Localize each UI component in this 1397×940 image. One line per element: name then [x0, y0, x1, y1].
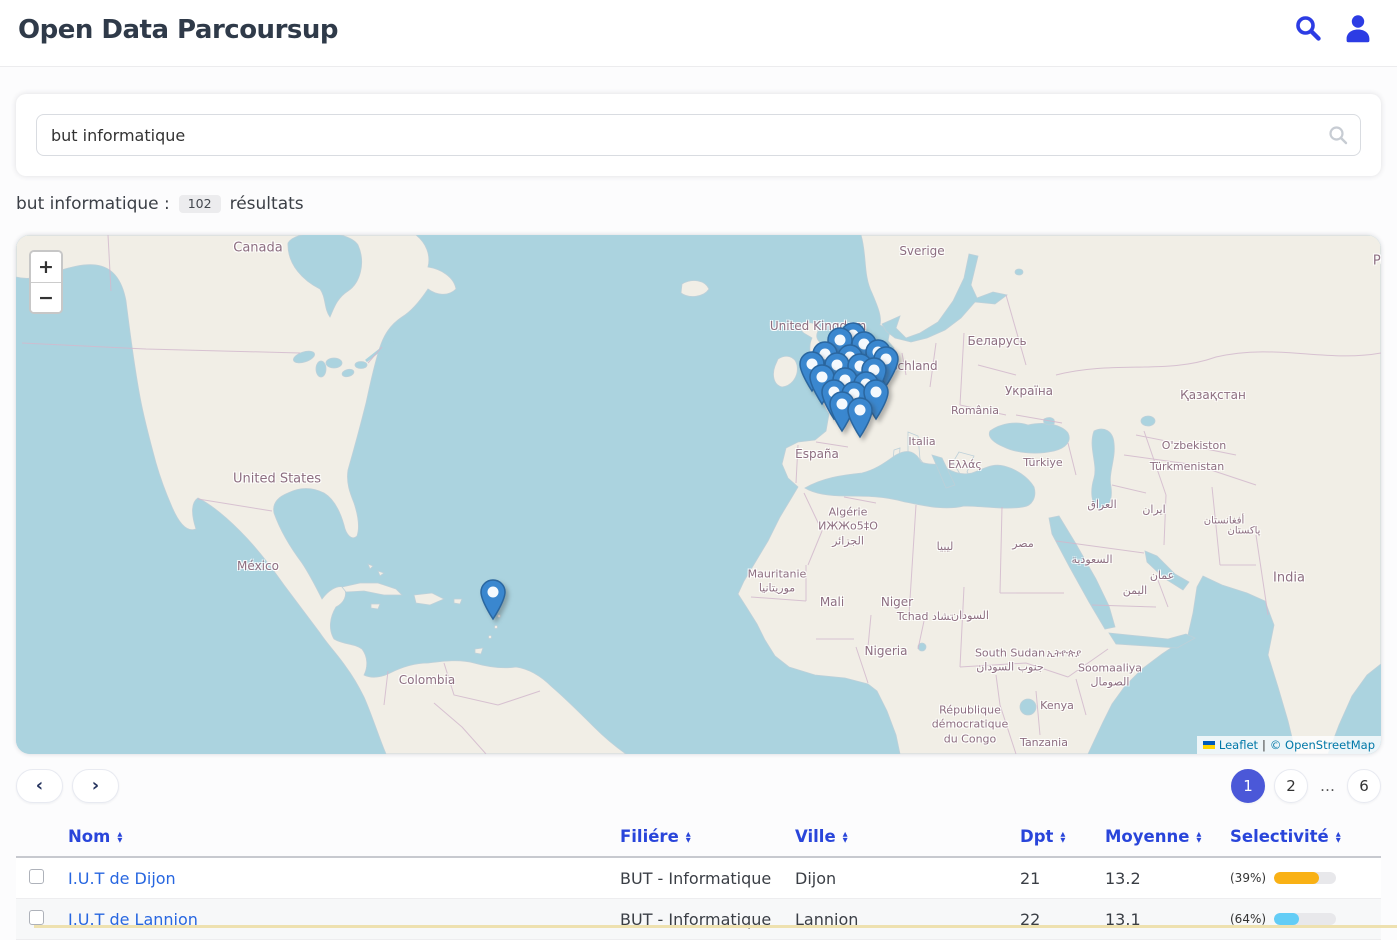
sort-icon: ▲▼: [1196, 831, 1201, 843]
map-markers-layer: [16, 235, 1381, 754]
selectivity-bar-fill: [1274, 872, 1319, 884]
input-search-icon: [1327, 124, 1349, 146]
row-checkbox[interactable]: [29, 910, 44, 925]
top-bar: Open Data Parcoursup: [0, 0, 1397, 67]
selectivity-percent: (39%): [1230, 871, 1266, 885]
search-card: [16, 94, 1381, 176]
school-link[interactable]: I.U.T de Dijon: [68, 869, 176, 888]
column-label: Nom: [68, 827, 110, 846]
openstreetmap-link[interactable]: © OpenStreetMap: [1270, 738, 1375, 752]
results-count-badge: 102: [179, 195, 221, 214]
column-label: Filiére: [620, 827, 679, 846]
table-header: Nom▲▼Filiére▲▼Ville▲▼Dpt▲▼Moyenne▲▼Selec…: [16, 816, 1381, 858]
column-label: Moyenne: [1105, 827, 1189, 846]
attribution-separator: |: [1262, 738, 1266, 752]
pagination-ellipsis: …: [1320, 777, 1335, 795]
column-header-nom[interactable]: Nom ▲▼: [68, 827, 620, 846]
cell-moyenne: 13.2: [1105, 869, 1230, 888]
map-zoom-control: + −: [29, 250, 63, 314]
row-checkbox[interactable]: [29, 869, 44, 884]
pagination-pages: 12 … 6: [1231, 769, 1381, 803]
page-button-6[interactable]: 6: [1347, 769, 1381, 803]
cell-filiere: BUT - Informatique: [620, 869, 795, 888]
column-header-ville[interactable]: Ville ▲▼: [795, 827, 1020, 846]
table-row: I.U.T de LannionBUT - InformatiqueLannio…: [16, 899, 1381, 940]
sort-icon: ▲▼: [1336, 831, 1341, 843]
column-header-filiére[interactable]: Filiére ▲▼: [620, 827, 795, 846]
cell-selectivite: (64%): [1230, 912, 1381, 926]
sort-icon: ▲▼: [843, 831, 848, 843]
next-page-button[interactable]: ›: [72, 769, 119, 803]
page-button-2[interactable]: 2: [1274, 769, 1308, 803]
page-title: Open Data Parcoursup: [18, 15, 1379, 45]
column-header-moyenne[interactable]: Moyenne ▲▼: [1105, 827, 1230, 846]
results-summary: but informatique : 102 résultats: [16, 193, 1381, 215]
top-icons: [1291, 11, 1375, 45]
column-label: Dpt: [1020, 827, 1053, 846]
search-icon[interactable]: [1291, 11, 1325, 45]
cell-selectivite: (39%): [1230, 871, 1381, 885]
sort-icon: ▲▼: [1060, 831, 1065, 843]
cell-dpt: 21: [1020, 869, 1105, 888]
leaflet-link[interactable]: Leaflet: [1219, 738, 1258, 752]
search-input[interactable]: [36, 114, 1361, 156]
map-attribution: Leaflet | © OpenStreetMap: [1197, 736, 1381, 754]
zoom-in-button[interactable]: +: [31, 252, 61, 282]
results-query: but informatique :: [16, 194, 170, 214]
sort-icon: ▲▼: [686, 831, 691, 843]
column-label: Selectivité: [1230, 827, 1329, 846]
column-header-selectivité[interactable]: Selectivité ▲▼: [1230, 827, 1381, 846]
user-icon[interactable]: [1341, 11, 1375, 45]
column-header-dpt[interactable]: Dpt ▲▼: [1020, 827, 1105, 846]
results-suffix: résultats: [230, 194, 304, 214]
sort-icon: ▲▼: [117, 831, 122, 843]
results-table: Nom▲▼Filiére▲▼Ville▲▼Dpt▲▼Moyenne▲▼Selec…: [16, 816, 1381, 940]
pagination: ‹ › 12 … 6: [16, 769, 1381, 803]
map-marker[interactable]: [480, 579, 506, 621]
ukraine-flag-icon: [1203, 741, 1215, 749]
table-row: I.U.T de Dijon BUT - InformatiqueDijon211…: [16, 858, 1381, 899]
pagination-nav: ‹ ›: [16, 769, 119, 803]
cell-ville: Dijon: [795, 869, 1020, 888]
column-label: Ville: [795, 827, 836, 846]
selectivity-bar: [1274, 872, 1336, 884]
map[interactable]: CanadaUnited StatesMéxicoColombiaSverige…: [16, 235, 1381, 754]
selectivity-percent: (64%): [1230, 912, 1266, 926]
previous-page-button[interactable]: ‹: [16, 769, 63, 803]
selectivity-bar-fill: [1274, 913, 1299, 925]
zoom-out-button[interactable]: −: [31, 282, 61, 312]
page-button-1[interactable]: 1: [1231, 769, 1265, 803]
selectivity-bar: [1274, 913, 1336, 925]
map-marker[interactable]: [847, 397, 873, 439]
